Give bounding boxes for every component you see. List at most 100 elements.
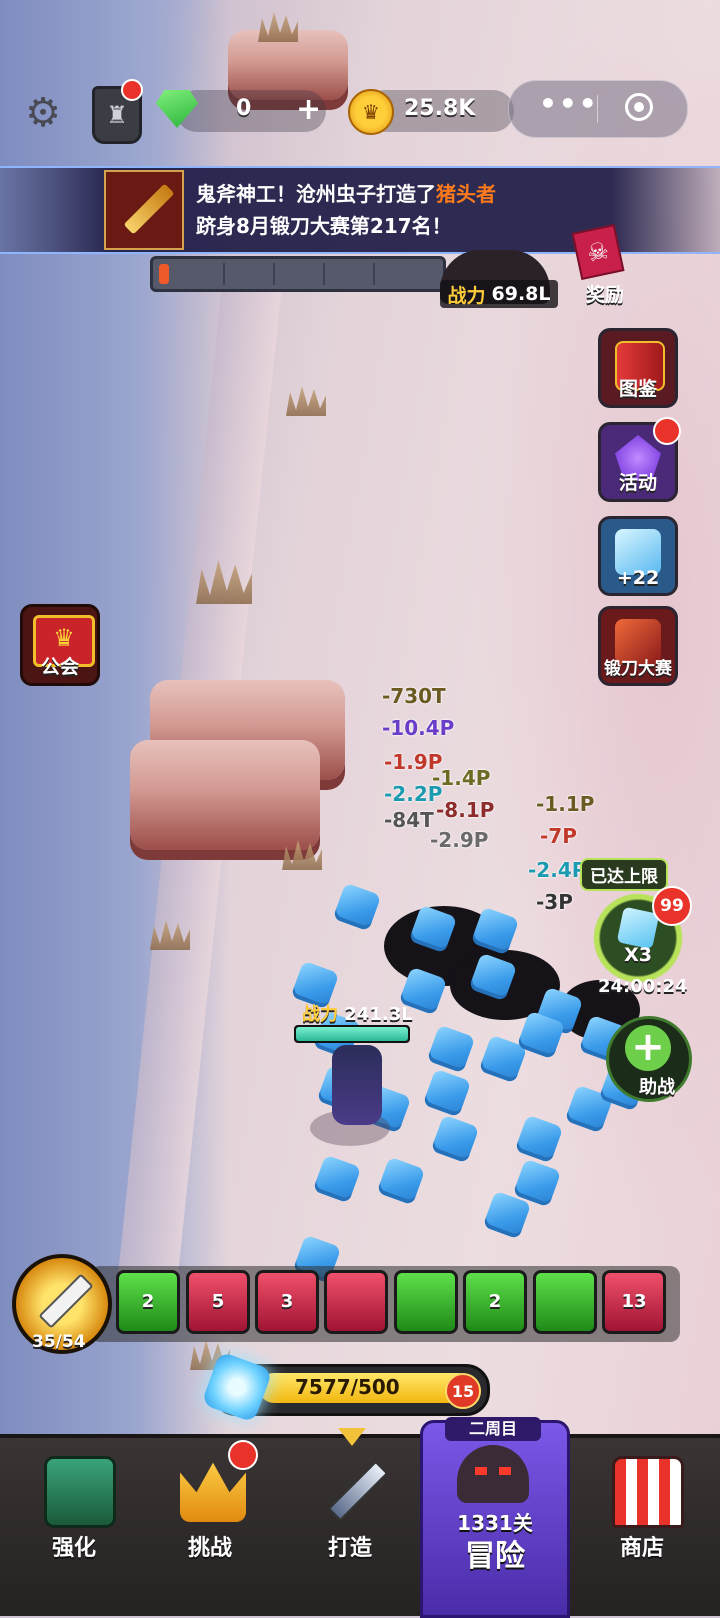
cube-pet-button[interactable]: +22 (598, 516, 678, 596)
grass-tuft (258, 12, 298, 42)
boss-power-label: 战力 (447, 284, 486, 307)
dark-knight-helmet-icon (457, 1445, 529, 1503)
nav-enhance[interactable]: 强化 (4, 1434, 144, 1612)
blue-cube-drop (376, 1156, 426, 1206)
more-menu-icon[interactable]: ••• (539, 87, 599, 120)
blue-cube-drop (312, 1154, 362, 1204)
gem-count: 0 (236, 96, 252, 121)
bar-segment (273, 263, 275, 285)
codex-button[interactable]: 图鉴 (598, 328, 678, 408)
skull-flag-icon: ☠ (571, 223, 625, 281)
events-button[interactable]: 活动 (598, 417, 681, 502)
guild-label: 公会 (40, 656, 79, 678)
guild-button[interactable]: ♛ 公会 (20, 604, 100, 686)
banner-item-name: 猪头者 (436, 182, 496, 206)
add-gems-button[interactable]: + (296, 92, 321, 127)
boost-count-badge: 99 (652, 886, 692, 926)
bar-segment (323, 263, 325, 285)
skill-slot[interactable] (394, 1270, 458, 1334)
damage-number: -2.2P (384, 782, 443, 806)
damage-number: -1.1P (536, 792, 595, 816)
hero-hp-fill (296, 1027, 408, 1041)
castle-icon[interactable]: ♜ (92, 79, 143, 144)
cube-energy-bar: 7577/500 15 (201, 1351, 490, 1423)
cube-count-label: +22 (616, 567, 660, 589)
hero-hp-bar (294, 1025, 410, 1043)
skill-slot[interactable] (324, 1270, 388, 1334)
sword-icon (38, 1273, 94, 1329)
energy-value: 7577/500 (295, 1375, 400, 1399)
notification-dot (228, 1440, 258, 1470)
codex-label: 图鉴 (618, 378, 657, 400)
grass-tuft (286, 386, 326, 416)
miniprogram-capsule: ••• (508, 80, 688, 138)
skill-slot[interactable] (533, 1270, 597, 1334)
settings-gear-icon[interactable]: ⚙ (18, 88, 68, 138)
nav-adventure-label: 冒险 (465, 1539, 525, 1574)
gold-count: 25.8K (404, 96, 476, 121)
skill-slot[interactable]: 13 (602, 1270, 666, 1334)
nav-forge[interactable]: 打造 (280, 1434, 420, 1612)
bar-segment (223, 263, 225, 285)
blue-cube-drop (514, 1114, 564, 1164)
boss-progress-fill (159, 264, 169, 284)
blue-cube-drop (430, 1114, 480, 1164)
skill-slot[interactable]: 5 (186, 1270, 250, 1334)
hero-power-label: 战力 (302, 1004, 338, 1025)
plus-icon: + (625, 1025, 671, 1071)
events-label: 活动 (618, 472, 657, 494)
nav-adventure[interactable]: 二周目 1331关 冒险 (420, 1417, 570, 1618)
damage-number: -84T (384, 808, 434, 832)
assist-battle-button[interactable]: + 助战 (606, 1016, 692, 1102)
nav-shop-label: 商店 (619, 1536, 664, 1561)
boss-power: 战力 69.8L (440, 280, 558, 308)
blue-cube-drop (422, 1068, 472, 1118)
damage-number: -2.4P (528, 858, 587, 882)
skill-slot[interactable]: 3 (255, 1270, 319, 1334)
boost-multiplier: X3 (624, 944, 652, 966)
golden-sword-icon (104, 170, 184, 250)
notification-dot (121, 79, 143, 101)
skill-level: 5 (211, 1291, 225, 1312)
rock-large-front (130, 740, 320, 850)
damage-number: -3P (536, 890, 573, 914)
banner-line-1: 鬼斧神工！沧州虫子打造了猪头者 (196, 178, 496, 207)
banner-text: 鬼斧神工！沧州虫子打造了 (196, 182, 436, 206)
boss-power-value: 69.8L (491, 283, 551, 305)
hero-power-value: 241.3L (344, 1004, 413, 1025)
forge-indicator-arrow (338, 1428, 366, 1446)
skill-slot[interactable]: 2 (463, 1270, 527, 1334)
reward-label: 奖励 (586, 284, 625, 306)
blue-cube-drop (426, 1024, 476, 1074)
second-cycle-tag: 二周目 (445, 1417, 541, 1441)
forge-contest-button[interactable]: 锻刀大赛 (598, 606, 678, 686)
capsule-divider (597, 95, 598, 123)
gold-coin-icon: ♛ (348, 89, 394, 135)
reward-button[interactable]: ☠ 奖励 (570, 223, 634, 306)
notification-dot (653, 417, 681, 445)
hexagram-book-icon (44, 1456, 116, 1528)
hero-power: 战力 241.3L (302, 1000, 413, 1026)
cap-reached-label: 已达上限 (580, 858, 668, 891)
skill-level: 2 (488, 1291, 502, 1312)
damage-number: -730T (382, 684, 446, 708)
boss-progress-bar (150, 256, 446, 292)
blue-cube-drop (332, 882, 382, 932)
damage-number: -8.1P (436, 798, 495, 822)
assist-label: 助战 (639, 1077, 675, 1098)
damage-number: -7P (540, 824, 577, 848)
energy-level-badge: 15 (445, 1373, 481, 1409)
nav-shop[interactable]: 商店 (572, 1434, 712, 1612)
close-target-icon[interactable] (625, 93, 653, 121)
shop-stall-icon (612, 1456, 684, 1528)
nav-enhance-label: 强化 (51, 1536, 96, 1561)
weapon-count: 35/54 (32, 1332, 86, 1352)
skill-level: 2 (141, 1291, 155, 1312)
skill-slot[interactable]: 2 (116, 1270, 180, 1334)
nav-forge-label: 打造 (327, 1536, 372, 1561)
forge-contest-label: 锻刀大赛 (604, 659, 672, 679)
banner-line-2: 跻身8月锻刀大赛第217名！ (196, 214, 452, 238)
nav-challenge[interactable]: 挑战 (140, 1434, 280, 1612)
nav-challenge-label: 挑战 (187, 1536, 232, 1561)
skill-level: 13 (621, 1291, 647, 1312)
